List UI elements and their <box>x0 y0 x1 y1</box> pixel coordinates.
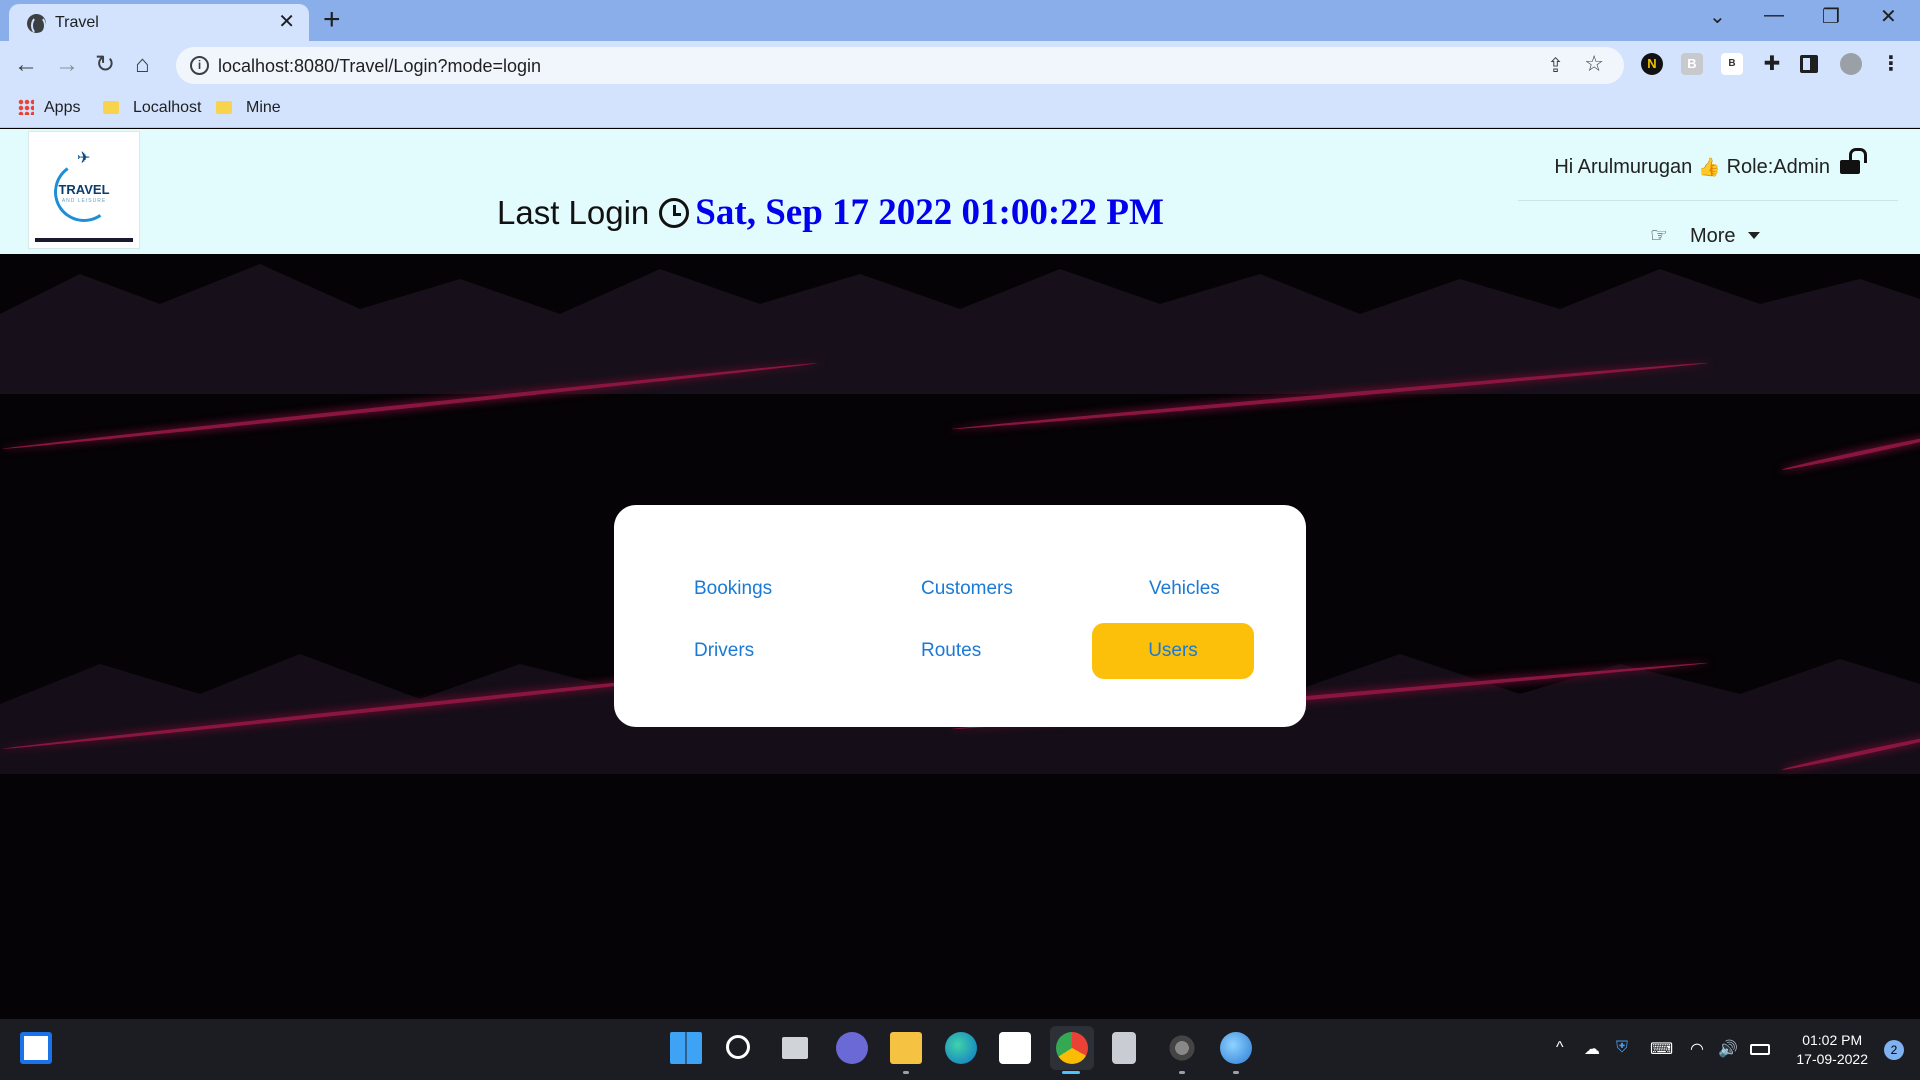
logout-unlock-icon[interactable] <box>1840 148 1867 174</box>
windows-start-icon[interactable] <box>670 1032 702 1064</box>
bookmark-label: Localhost <box>133 99 202 116</box>
keyboard-icon[interactable]: ⌨ <box>1650 1039 1673 1059</box>
extension-b-icon[interactable]: B <box>1681 53 1703 75</box>
chevron-up-icon[interactable]: ^ <box>1556 1039 1564 1057</box>
globe-icon <box>27 14 46 35</box>
cloud-icon[interactable]: ☁ <box>1584 1039 1600 1059</box>
pointing-hand-icon: ☞ <box>1650 225 1668 247</box>
main-content: Bookings Customers Vehicles Drivers Rout… <box>0 254 1920 1019</box>
menu-vehicles[interactable]: Vehicles <box>1127 561 1242 617</box>
mountain-silhouette <box>0 264 1920 394</box>
tab-title: Travel <box>55 14 99 31</box>
taskbar-date: 17-09-2022 <box>1796 1051 1868 1067</box>
site-header: ✈ TRAVEL AND LEISURE Last Login Sat, Sep … <box>0 129 1920 254</box>
edge-icon[interactable] <box>945 1032 977 1064</box>
volume-icon[interactable]: 🔊 <box>1718 1039 1738 1059</box>
tab-search-icon[interactable]: ⌄ <box>1709 4 1726 29</box>
taskbar-clock[interactable]: 01:02 PM 17-09-2022 <box>1796 1031 1868 1069</box>
site-logo[interactable]: ✈ TRAVEL AND LEISURE <box>28 131 140 249</box>
reload-button[interactable]: ↻ <box>95 50 115 80</box>
share-icon[interactable]: ⇪ <box>1547 53 1564 78</box>
site-info-icon[interactable]: i <box>190 56 209 75</box>
role-text: Role:Admin <box>1726 156 1830 178</box>
settings-icon[interactable] <box>1166 1032 1198 1064</box>
chrome-icon[interactable] <box>1056 1032 1088 1064</box>
url-text[interactable]: localhost:8080/Travel/Login?mode=login <box>218 56 541 77</box>
clock-icon <box>659 198 690 228</box>
wifi-icon[interactable]: ◠ <box>1690 1039 1704 1059</box>
menu-users[interactable]: Users <box>1092 623 1254 679</box>
folder-icon <box>103 101 119 114</box>
logo-subtext: AND LEISURE <box>61 198 107 204</box>
caret-down-icon <box>1747 232 1760 239</box>
folder-icon <box>216 101 232 114</box>
bookmark-localhost[interactable]: Localhost <box>103 96 202 120</box>
defender-shield-icon[interactable]: ⛨ <box>1616 1039 1628 1057</box>
tab-close-icon[interactable]: ✕ <box>278 10 295 34</box>
browser-tab[interactable]: Travel ✕ <box>9 4 309 41</box>
admin-menu-card: Bookings Customers Vehicles Drivers Rout… <box>614 505 1306 727</box>
address-bar[interactable]: i localhost:8080/Travel/Login?mode=login… <box>176 47 1624 84</box>
greeting-text: Hi Arulmurugan <box>1554 156 1693 178</box>
globe-app-icon[interactable] <box>1220 1032 1252 1064</box>
bookmark-star-icon[interactable]: ☆ <box>1584 51 1604 77</box>
store-icon[interactable] <box>999 1032 1031 1064</box>
running-indicator <box>903 1071 909 1074</box>
bookmark-label: Apps <box>44 99 81 116</box>
active-indicator <box>1062 1071 1080 1074</box>
task-view-icon[interactable] <box>782 1037 808 1059</box>
back-button[interactable]: ← <box>14 50 38 80</box>
forward-button[interactable]: → <box>55 50 79 80</box>
logo-text: TRAVEL <box>58 182 110 197</box>
extensions-puzzle-icon[interactable]: ✚ <box>1761 53 1783 75</box>
windows-taskbar: ^ ☁ ⛨ ⌨ ◠ 🔊 01:02 PM 17-09-2022 2 <box>0 1019 1920 1080</box>
battery-icon[interactable] <box>1750 1044 1770 1055</box>
last-login-datetime: Sat, Sep 17 2022 01:00:22 PM <box>695 192 1164 233</box>
taskbar-time: 01:02 PM <box>1802 1032 1863 1048</box>
running-indicator <box>1179 1071 1185 1074</box>
menu-bookings[interactable]: Bookings <box>672 561 794 617</box>
browser-toolbar: ← → ↻ ⌂ i localhost:8080/Travel/Login?mo… <box>0 41 1920 90</box>
close-window-button[interactable]: ✕ <box>1880 4 1897 29</box>
menu-kebab-icon[interactable]: ⋮ <box>1880 53 1902 75</box>
more-label: More <box>1689 225 1736 247</box>
bookmark-label: Mine <box>246 99 281 116</box>
search-icon[interactable] <box>726 1035 750 1059</box>
thumbs-up-icon: 👍 <box>1698 157 1721 177</box>
notepad-icon[interactable] <box>1112 1032 1136 1064</box>
home-button[interactable]: ⌂ <box>135 50 150 80</box>
notification-badge[interactable]: 2 <box>1884 1040 1904 1060</box>
bookmark-apps[interactable]: Apps <box>18 96 80 120</box>
file-explorer-icon[interactable] <box>890 1032 922 1064</box>
bookmark-mine[interactable]: Mine <box>216 96 281 120</box>
menu-customers[interactable]: Customers <box>899 561 1035 617</box>
minimize-button[interactable]: — <box>1764 4 1784 27</box>
extension-n-icon[interactable]: N <box>1641 53 1663 75</box>
user-greeting: Hi Arulmurugan 👍 Role:Admin <box>1554 148 1867 179</box>
new-tab-button[interactable]: + <box>323 5 341 35</box>
running-indicator <box>1233 1071 1239 1074</box>
teams-chat-icon[interactable] <box>836 1032 868 1064</box>
restore-button[interactable]: ❐ <box>1822 4 1840 29</box>
menu-drivers[interactable]: Drivers <box>672 623 776 679</box>
bookmarks-bar: Apps Localhost Mine <box>0 90 1920 128</box>
logo-bar <box>35 238 133 242</box>
menu-routes[interactable]: Routes <box>899 623 1003 679</box>
side-panel-icon[interactable] <box>1800 55 1818 73</box>
more-dropdown[interactable]: ☞ More <box>1650 223 1760 248</box>
browser-tab-strip: Travel ✕ + ⌄ — ❐ ✕ <box>0 0 1920 41</box>
header-divider <box>1518 200 1898 201</box>
glow-streak <box>1781 430 1920 472</box>
last-login-label: Last Login <box>497 194 650 231</box>
apps-grid-icon <box>18 99 34 115</box>
profile-avatar[interactable] <box>1840 53 1862 75</box>
extension-b-small-icon[interactable]: B <box>1721 53 1743 75</box>
widgets-icon[interactable] <box>20 1032 52 1064</box>
last-login: Last Login Sat, Sep 17 2022 01:00:22 PM <box>497 193 1164 233</box>
